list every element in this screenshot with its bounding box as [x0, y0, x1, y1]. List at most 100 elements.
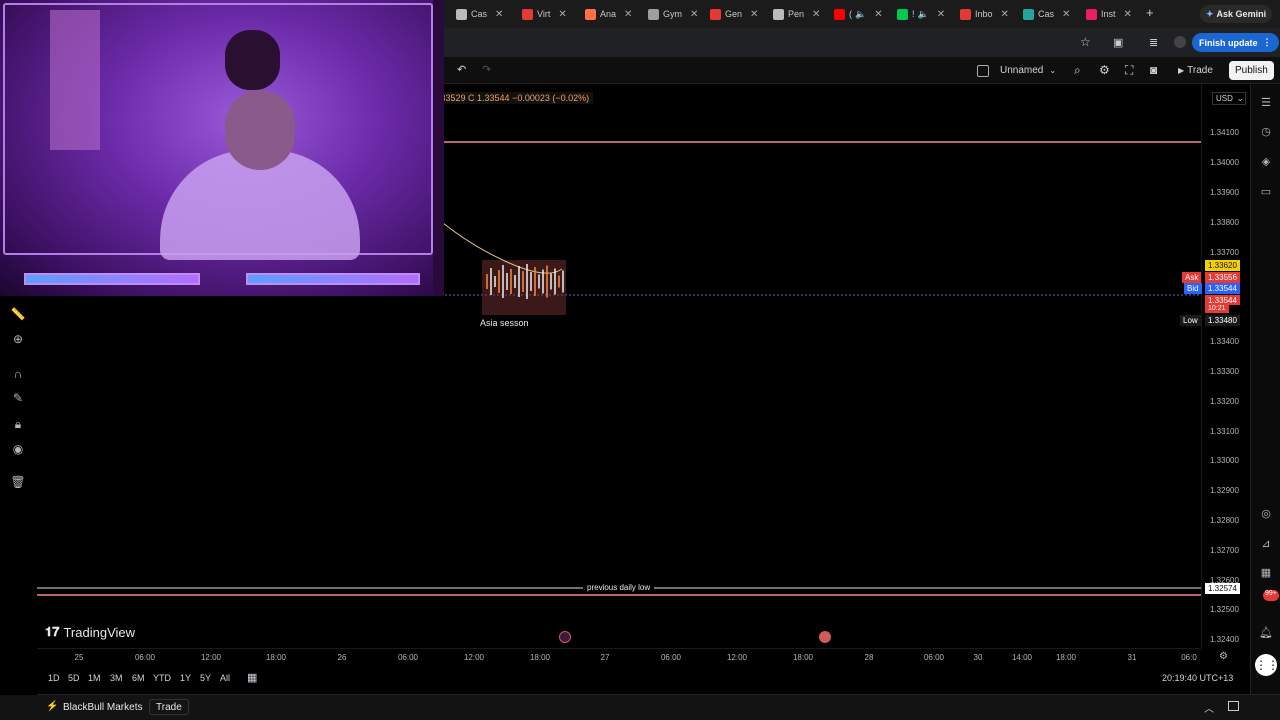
pencil-icon[interactable]: ✎ — [10, 391, 26, 407]
maximize-icon[interactable] — [1228, 701, 1239, 711]
range-6m-button[interactable]: 6M — [132, 673, 145, 683]
layout-name-dropdown[interactable]: Unnamed ⌄ — [1000, 65, 1056, 76]
alerts-clock-icon[interactable]: ◷ — [1259, 125, 1273, 139]
close-icon[interactable]: ✕ — [874, 9, 882, 20]
ruler-icon[interactable]: 📏 — [10, 307, 26, 323]
lock-icon[interactable]: 🔒︎ — [10, 417, 26, 433]
time-tick: 18:00 — [265, 653, 287, 662]
close-icon[interactable]: ✕ — [495, 9, 503, 20]
settings-icon[interactable]: ⚙ — [1099, 63, 1110, 77]
apps-grid-icon[interactable]: ⋮⋮ — [1255, 654, 1279, 676]
camera-icon[interactable]: ◙ — [1150, 63, 1157, 77]
range-1y-button[interactable]: 1Y — [180, 673, 191, 683]
overlay-edge — [433, 0, 444, 296]
close-icon[interactable]: ✕ — [690, 9, 698, 20]
close-icon[interactable]: ✕ — [558, 9, 566, 20]
undo-button[interactable]: ↶ — [457, 63, 466, 76]
trade-button[interactable]: ▶ Trade — [1178, 65, 1213, 76]
close-icon[interactable]: ✕ — [750, 9, 758, 20]
browser-tab[interactable]: Cas ✕ — [1023, 4, 1070, 24]
search-icon[interactable]: ⌕ — [1074, 63, 1081, 78]
publish-button[interactable]: Publish — [1229, 61, 1274, 80]
close-icon[interactable]: ✕ — [624, 9, 632, 20]
audio-icon[interactable]: 🔈 — [855, 9, 866, 20]
magnet-icon[interactable]: ∩ — [10, 367, 26, 383]
low-price-badge: 1.33480 — [1205, 315, 1240, 326]
event-marker-icon[interactable] — [819, 631, 831, 643]
close-icon[interactable]: ✕ — [812, 9, 820, 20]
audio-icon[interactable]: 🔈 — [918, 9, 929, 20]
time-tick: 28 — [864, 653, 874, 662]
browser-tab[interactable]: Pen ✕ — [773, 4, 820, 24]
tab-label: Virt — [537, 9, 551, 19]
price-tick: 1.33800 — [1210, 218, 1239, 227]
browser-tab[interactable]: Inbo ✕ — [960, 4, 1009, 24]
chat-icon[interactable]: ▭ — [1259, 185, 1273, 199]
ask-gemini-button[interactable]: ✦ Ask Gemini — [1200, 5, 1273, 23]
browser-tab[interactable]: Virt ✕ — [522, 4, 567, 24]
new-tab-button[interactable]: + — [1146, 5, 1154, 20]
time-tick: 18:00 — [792, 653, 814, 662]
axis-settings-icon[interactable]: ⚙ — [1219, 651, 1228, 662]
time-tick: 18:00 — [529, 653, 551, 662]
drawing-toolbar: 📏 ⊕ ∩ ✎ 🔒︎ ◉ 🗑︎ — [0, 295, 37, 695]
redo-button[interactable]: ↷ — [482, 63, 491, 76]
close-icon[interactable]: ✕ — [1062, 9, 1070, 20]
price-tick: 1.32900 — [1210, 486, 1239, 495]
close-icon[interactable]: ✕ — [1124, 9, 1132, 20]
notification-badge: 99+ — [1263, 590, 1279, 601]
browser-tab[interactable]: Gen ✕ — [710, 4, 758, 24]
notifications-icon[interactable]: 🔔︎ — [1259, 626, 1273, 640]
time-tick: 12:00 — [726, 653, 748, 662]
target-icon[interactable]: ◎ — [1259, 507, 1273, 521]
price-tick: 1.33400 — [1210, 337, 1239, 346]
overlay-bar-left — [24, 273, 200, 285]
background-object — [50, 10, 100, 150]
close-icon[interactable]: ✕ — [1001, 9, 1009, 20]
broker-trade-button[interactable]: Trade — [149, 699, 189, 715]
range-5y-button[interactable]: 5Y — [200, 673, 211, 683]
price-tick: 1.33000 — [1210, 456, 1239, 465]
price-axis[interactable]: USD ⌄ 1.34100 1.34000 1.33900 1.33800 1.3… — [1201, 84, 1247, 648]
browser-tab[interactable]: Inst ✕ — [1086, 4, 1132, 24]
media-icon[interactable]: ≣ — [1149, 36, 1158, 49]
time-axis[interactable]: 25 06:00 12:00 18:00 26 06:00 12:00 18:0… — [37, 648, 1201, 666]
layers-icon[interactable]: ◈ — [1259, 155, 1273, 169]
browser-tab[interactable]: Gym ✕ — [648, 4, 698, 24]
finish-update-button[interactable]: Finish update ⋮ — [1192, 33, 1279, 52]
range-all-button[interactable]: All — [220, 673, 230, 683]
calendar-icon[interactable]: ▦ — [247, 671, 257, 684]
chevron-up-icon[interactable]: ︿ — [1204, 700, 1214, 715]
ask-gemini-label: Ask Gemini — [1216, 9, 1267, 19]
time-tick: 31 — [1127, 653, 1137, 662]
layout-icon[interactable] — [977, 65, 989, 77]
trash-icon[interactable]: 🗑︎ — [10, 475, 26, 491]
range-3m-button[interactable]: 3M — [110, 673, 123, 683]
currency-selector[interactable]: USD ⌄ — [1212, 92, 1246, 105]
previous-low-badge: 1.32574 — [1205, 583, 1240, 594]
clock-timezone[interactable]: 20:19:40 UTC+13 — [1162, 673, 1233, 683]
range-1m-button[interactable]: 1M — [88, 673, 101, 683]
bookmark-star-icon[interactable]: ☆ — [1080, 35, 1091, 49]
range-1d-button[interactable]: 1D — [48, 673, 60, 683]
eye-icon[interactable]: ◉ — [10, 442, 26, 458]
hotlist-icon[interactable]: ⊿ — [1259, 537, 1273, 551]
watchlist-icon[interactable]: ☰ — [1259, 96, 1273, 110]
time-tick: 18:00 — [1055, 653, 1077, 662]
browser-tab[interactable]: Cas ✕ — [456, 4, 503, 24]
range-5d-button[interactable]: 5D — [68, 673, 80, 683]
browser-tab[interactable]: Ana ✕ — [585, 4, 632, 24]
broker-name[interactable]: BlackBull Markets — [63, 702, 142, 713]
close-icon[interactable]: ✕ — [937, 9, 945, 20]
profile-avatar[interactable] — [1174, 36, 1186, 48]
event-marker-icon[interactable] — [559, 631, 571, 643]
zoom-in-icon[interactable]: ⊕ — [10, 332, 26, 348]
browser-tab[interactable]: (🔈 ✕ — [834, 4, 883, 24]
time-tick: 06:00 — [660, 653, 682, 662]
tab-label: ( — [849, 9, 852, 19]
calendar-icon[interactable]: ▦ — [1259, 566, 1273, 580]
browser-tab[interactable]: ! 🔈 ✕ — [897, 4, 945, 24]
fullscreen-icon[interactable]: ⛶ — [1125, 63, 1133, 78]
range-ytd-button[interactable]: YTD — [153, 673, 171, 683]
sidepanel-icon[interactable]: ▣ — [1113, 36, 1123, 49]
